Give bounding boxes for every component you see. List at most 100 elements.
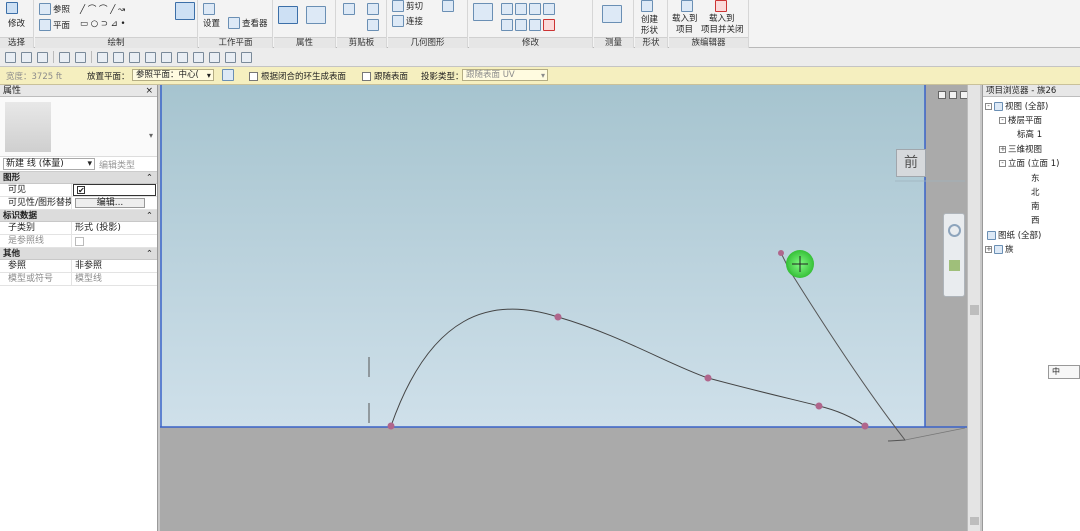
- expand-toggle[interactable]: +: [999, 145, 1006, 153]
- workplane-icon-button[interactable]: [203, 3, 215, 15]
- cut-button[interactable]: [367, 3, 379, 15]
- placement-plane-dropdown[interactable]: 参照平面：中心(: [132, 69, 214, 81]
- collapse-toggle[interactable]: -: [985, 102, 992, 110]
- measure-qat-icon[interactable]: [113, 51, 124, 63]
- section-other[interactable]: 其他 ⌃: [0, 248, 157, 260]
- scrollbar-thumb[interactable]: [970, 305, 979, 315]
- match-button[interactable]: [367, 19, 379, 31]
- paste-button[interactable]: [343, 3, 355, 15]
- viewcube[interactable]: 前: [896, 149, 926, 177]
- thin-lines-icon[interactable]: [193, 51, 204, 63]
- section-identity[interactable]: 标识数据 ⌃: [0, 210, 157, 222]
- section-graphics-label: 图形: [3, 173, 21, 183]
- projection-type-dropdown[interactable]: 跟随表面 UV: [462, 69, 548, 81]
- redo-icon[interactable]: [75, 51, 86, 63]
- reference-label: 参照: [53, 5, 71, 15]
- save-icon[interactable]: [21, 51, 32, 63]
- type-properties-icon: [306, 6, 326, 24]
- tree-item-west[interactable]: 西: [1031, 214, 1040, 226]
- family-editor-group-label: 族编辑器: [669, 37, 748, 48]
- edit-visibility-button[interactable]: 编辑...: [75, 198, 145, 208]
- collapse-toggle[interactable]: -: [999, 159, 1006, 167]
- dimension-icon[interactable]: [129, 51, 140, 63]
- vertical-scrollbar[interactable]: [967, 85, 980, 531]
- modify-tools-row2[interactable]: [501, 19, 555, 31]
- prop-value[interactable]: ✔: [73, 184, 156, 196]
- closed-loop-checkbox[interactable]: 根据闭合的环生成表面: [249, 70, 346, 82]
- properties-button[interactable]: [278, 6, 298, 24]
- section-icon[interactable]: [177, 51, 188, 63]
- set-button[interactable]: 设置: [203, 17, 220, 29]
- type-properties-button[interactable]: [306, 6, 326, 24]
- plane-button[interactable]: 平面: [39, 19, 70, 31]
- tree-item-south[interactable]: 南: [1031, 200, 1040, 212]
- spline-point[interactable]: [861, 422, 869, 430]
- project-close-label[interactable]: 项目并关闭: [701, 23, 744, 35]
- modify-button[interactable]: [6, 2, 18, 14]
- form-label[interactable]: 形状: [641, 24, 658, 36]
- draw-tools-row1[interactable]: ╱ ⌒ ⌒ ╱ ↝: [80, 3, 125, 15]
- workplane-group: 设置 查看器 工作平面: [199, 0, 273, 48]
- 3d-view-icon[interactable]: [161, 51, 172, 63]
- type-preview: ▾: [0, 97, 157, 157]
- tree-item-east[interactable]: 东: [1031, 172, 1040, 184]
- steering-wheel-icon[interactable]: [948, 224, 961, 237]
- prop-value: [72, 235, 157, 247]
- edit-type-button[interactable]: 编辑类型: [99, 158, 135, 171]
- expand-toggle[interactable]: +: [985, 245, 992, 253]
- collapse-toggle[interactable]: -: [999, 116, 1006, 124]
- switch-windows-icon[interactable]: [225, 51, 236, 63]
- type-selector[interactable]: 新建 线 (体量): [3, 158, 95, 170]
- text-icon[interactable]: [145, 51, 156, 63]
- spline-point[interactable]: [704, 374, 712, 382]
- visible-checkbox[interactable]: ✔: [77, 186, 85, 195]
- prop-key: 可见: [0, 184, 72, 196]
- join-button[interactable]: 连接: [392, 15, 423, 27]
- create-form-icon-button[interactable]: [641, 0, 653, 12]
- section-graphics[interactable]: 图形 ⌃: [0, 172, 157, 184]
- print-icon[interactable]: [97, 51, 108, 63]
- restore-icon[interactable]: [949, 91, 957, 99]
- move-button[interactable]: [473, 3, 493, 21]
- follow-surface-checkbox[interactable]: 跟随表面: [362, 70, 408, 82]
- prop-value[interactable]: 非参照: [72, 260, 157, 272]
- draw-group: 参照 平面 ╱ ⌒ ⌒ ╱ ↝ ▭ ○ ⊃ ⊿ • 绘制: [35, 0, 198, 48]
- spline-point[interactable]: [815, 402, 823, 410]
- cut-geometry-button[interactable]: 剪切: [392, 0, 423, 12]
- tree-item-north[interactable]: 北: [1031, 186, 1040, 198]
- sync-icon[interactable]: [37, 51, 48, 63]
- modify-tools-row1[interactable]: [501, 3, 555, 15]
- modify-label: 修改: [8, 19, 26, 29]
- close-icon[interactable]: ×: [145, 85, 153, 97]
- reference-button[interactable]: 参照: [39, 3, 70, 15]
- draw-mode-button[interactable]: [175, 2, 195, 20]
- prop-value[interactable]: 形式 (投影): [72, 222, 157, 234]
- tree-item-level-1[interactable]: 标高 1: [1017, 128, 1042, 140]
- draw-tools-row2[interactable]: ▭ ○ ⊃ ⊿ •: [80, 19, 126, 29]
- open-icon[interactable]: [5, 51, 16, 63]
- geometry-extra-button[interactable]: [442, 0, 454, 12]
- drawing-canvas[interactable]: 前: [160, 85, 980, 531]
- spline-point[interactable]: [387, 422, 395, 430]
- project-label[interactable]: 项目: [676, 23, 693, 35]
- properties-panel: 属性 × ▾ 新建 线 (体量) 编辑类型 图形 ⌃ 可见 ✔ 可见性/图形替换 …: [0, 85, 158, 531]
- close-hidden-icon[interactable]: [209, 51, 220, 63]
- tree-item-3d-views[interactable]: + 三维视图: [999, 143, 1042, 155]
- spline-point[interactable]: [778, 250, 784, 256]
- plane-icon-button[interactable]: [222, 69, 234, 81]
- tree-item-sheets[interactable]: 图纸 (全部): [987, 229, 1041, 241]
- tree-item-views[interactable]: - 视图 (全部): [985, 100, 1048, 112]
- chevron-down-icon[interactable]: ▾: [149, 131, 153, 140]
- minimize-icon[interactable]: [938, 91, 946, 99]
- zoom-icon[interactable]: [949, 260, 960, 271]
- scroll-down-button[interactable]: [970, 517, 979, 525]
- customize-icon[interactable]: [241, 51, 252, 63]
- measure-button[interactable]: [602, 5, 622, 23]
- viewer-button[interactable]: 查看器: [228, 17, 268, 29]
- spline-point[interactable]: [554, 313, 562, 321]
- tree-item-elevations[interactable]: - 立面 (立面 1): [999, 157, 1059, 169]
- undo-icon[interactable]: [59, 51, 70, 63]
- floating-mini-panel[interactable]: 中: [1048, 365, 1080, 379]
- tree-item-floor-plans[interactable]: - 楼层平面: [999, 114, 1042, 126]
- tree-item-families[interactable]: + 族: [985, 243, 1014, 255]
